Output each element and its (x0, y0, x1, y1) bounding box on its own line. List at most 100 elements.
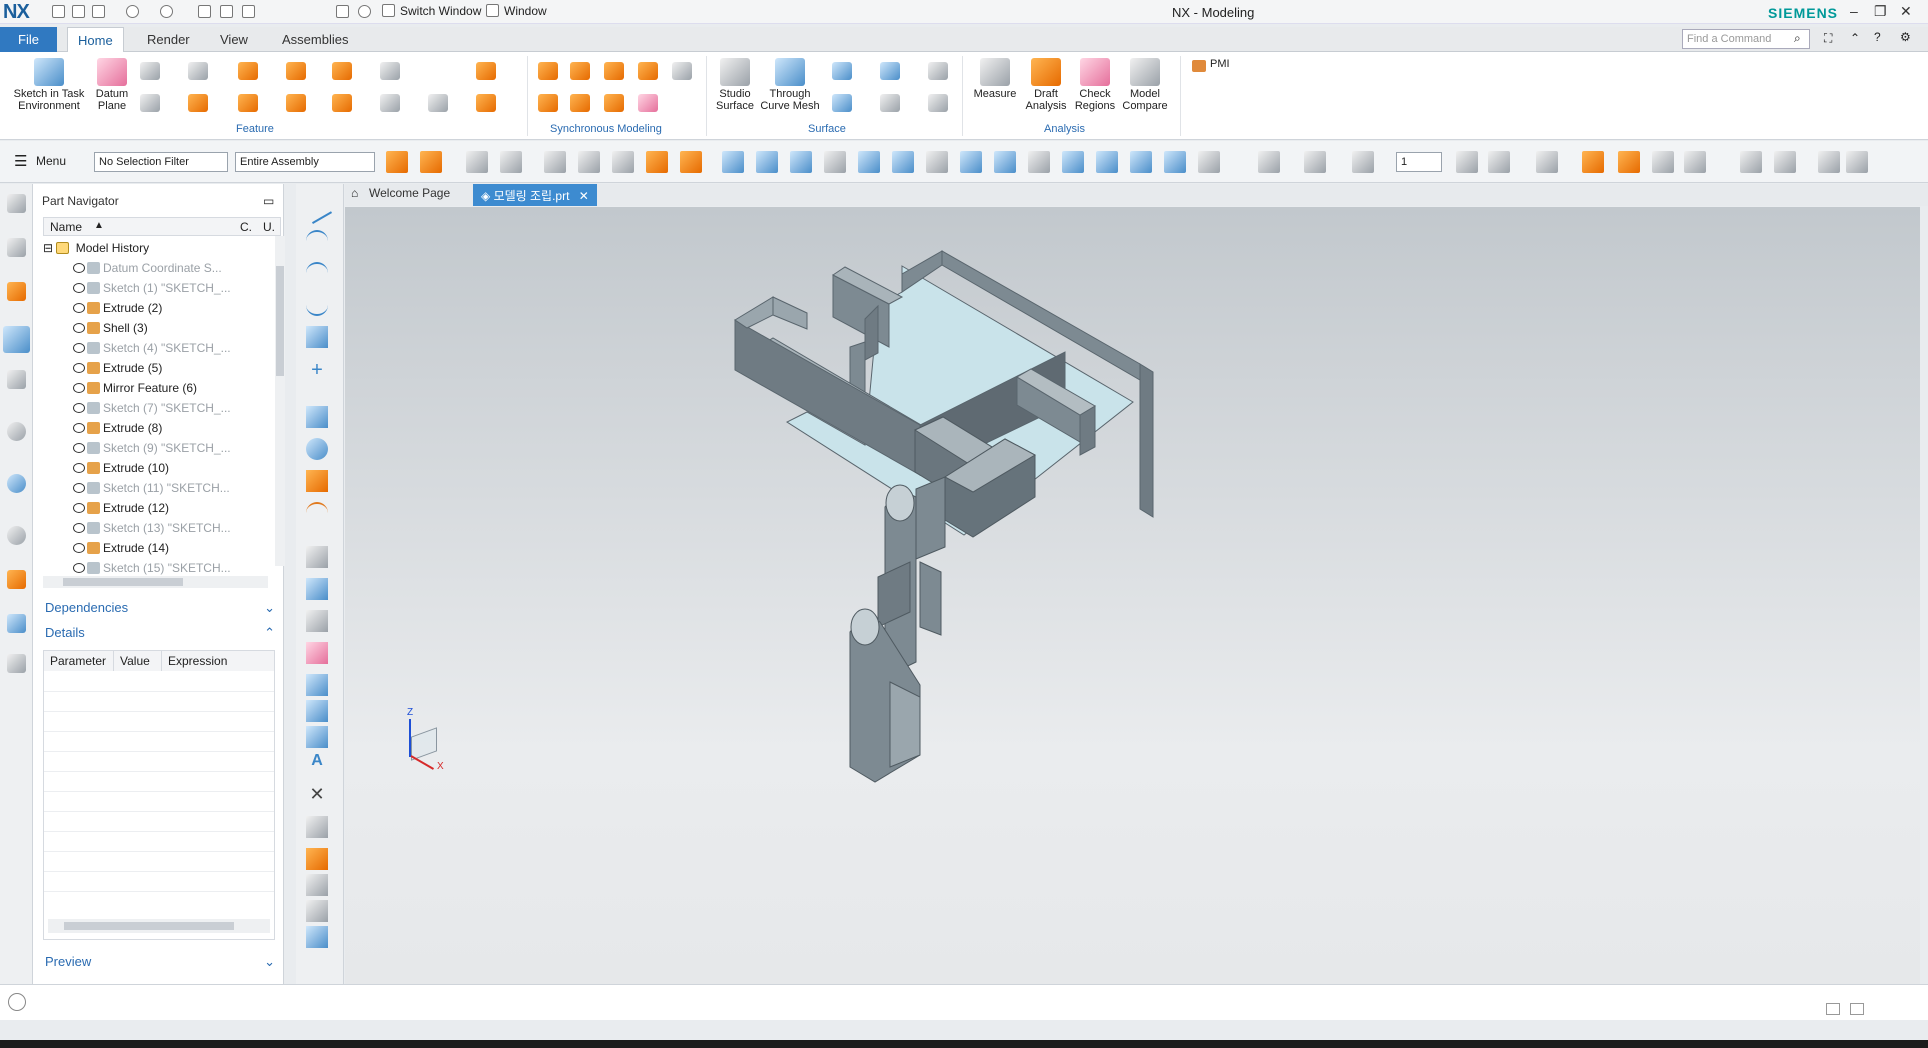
help-icon[interactable]: ? (1874, 30, 1881, 44)
snap-arc-icon[interactable] (926, 151, 948, 173)
settings-gear-icon[interactable]: ⚙ (1900, 30, 1911, 44)
swept-icon[interactable] (880, 62, 900, 80)
tree-row-feature[interactable]: Extrude (8) (43, 418, 268, 438)
snap-center-icon[interactable] (790, 151, 812, 173)
show-hide-icon[interactable] (306, 848, 328, 870)
snap-on-surface-icon[interactable] (892, 151, 914, 173)
save-icon[interactable] (92, 5, 105, 18)
snap-face-icon[interactable] (1198, 151, 1220, 173)
tab-part-file[interactable]: ◈ 모델링 조립.prt ✕ (473, 184, 597, 206)
block-icon[interactable] (188, 62, 208, 80)
offset-curve-icon[interactable] (306, 502, 328, 524)
view-first-icon[interactable] (1818, 151, 1840, 173)
maximize-panel-icon[interactable]: ▭ (263, 194, 274, 208)
subtract-icon[interactable] (188, 94, 208, 112)
snap-perpendicular-icon[interactable] (1028, 151, 1050, 173)
snap-end-icon[interactable] (578, 151, 600, 173)
pull-face-icon[interactable] (570, 62, 590, 80)
assembly-tools-icon[interactable] (1684, 151, 1706, 173)
trim-sheet-icon[interactable] (928, 62, 948, 80)
assembly-add-icon[interactable] (1582, 151, 1604, 173)
tree-row-feature[interactable]: Mirror Feature (6) (43, 378, 268, 398)
snap-quadrant-icon[interactable] (824, 151, 846, 173)
move-component-icon[interactable] (1652, 151, 1674, 173)
column-header-name[interactable]: Name (50, 220, 82, 234)
general-conic-icon[interactable] (306, 294, 328, 316)
tree-row-feature[interactable]: Extrude (10) (43, 458, 268, 478)
tree-row-feature[interactable]: Sketch (11) "SKETCH... (43, 478, 268, 498)
navigator-scrollbar[interactable] (275, 236, 285, 566)
text-icon[interactable]: A (306, 752, 328, 774)
visibility-eye-icon[interactable] (73, 503, 85, 513)
tree-row-feature[interactable]: Extrude (2) (43, 298, 268, 318)
view-cube-icon[interactable] (411, 727, 437, 761)
collapse-icon[interactable]: ⊟ (43, 241, 53, 255)
intersect-icon[interactable] (238, 94, 258, 112)
snap-axis-icon[interactable] (1130, 151, 1152, 173)
visibility-eye-icon[interactable] (73, 343, 85, 353)
transform-icon[interactable] (306, 816, 328, 838)
chamfer-icon[interactable] (332, 62, 352, 80)
web-browser-icon[interactable] (7, 474, 26, 493)
settings-gear-icon[interactable] (7, 194, 26, 213)
extrude-icon[interactable] (140, 62, 160, 80)
preview-section[interactable]: Preview ⌄ (41, 952, 281, 972)
snap-intersect-icon[interactable] (680, 151, 702, 173)
pmi-button[interactable]: PMI (1210, 58, 1230, 70)
visibility-eye-icon[interactable] (73, 423, 85, 433)
extract-curve-icon[interactable] (306, 610, 328, 632)
measure-button[interactable]: Measure (970, 58, 1020, 100)
collapse-ribbon-icon[interactable]: ⌃ (1850, 31, 1860, 45)
tree-row-feature[interactable]: Sketch (13) "SKETCH... (43, 518, 268, 538)
redo-icon[interactable] (160, 5, 173, 18)
close-tab-icon[interactable]: ✕ (579, 189, 589, 203)
display-mode-icon[interactable] (1536, 151, 1558, 173)
view-tools-icon[interactable] (1740, 151, 1762, 173)
switch-window-icon[interactable] (382, 4, 395, 17)
tree-root-model-history[interactable]: ⊟ Model History (43, 238, 268, 258)
unite-icon[interactable] (238, 62, 258, 80)
snap-point-icon[interactable] (544, 151, 566, 173)
tree-row-feature[interactable]: Shell (3) (43, 318, 268, 338)
menu-icon[interactable]: ☰ (14, 152, 27, 170)
selection-scope-dropdown[interactable]: Entire Assembly (235, 152, 375, 172)
repeat-command-icon[interactable] (336, 5, 349, 18)
undo-icon[interactable] (126, 5, 139, 18)
pattern-face-icon[interactable] (604, 94, 624, 112)
hide-object-icon[interactable] (306, 874, 328, 896)
bridge-curve-icon[interactable] (306, 674, 328, 696)
work-layer-dropdown[interactable]: 1 (1396, 152, 1442, 172)
close-icon[interactable]: ✕ (1900, 3, 1912, 20)
replace-face-icon[interactable] (638, 62, 658, 80)
column-header-u[interactable]: U. (263, 220, 275, 234)
tree-row-feature[interactable]: Sketch (15) "SKETCH... (43, 558, 268, 578)
layer-settings-icon[interactable] (1352, 151, 1374, 173)
model-3d-view[interactable] (334, 207, 1920, 984)
process-studio-icon[interactable] (7, 570, 26, 589)
scrollbar-thumb[interactable] (63, 578, 183, 586)
view-shaded-icon[interactable] (722, 151, 744, 173)
shell-body-icon[interactable] (638, 94, 658, 112)
tab-view[interactable]: View (210, 27, 258, 52)
menu-button[interactable]: Menu (36, 154, 66, 168)
tab-render[interactable]: Render (137, 27, 200, 52)
fullscreen-icon[interactable] (1850, 1003, 1864, 1015)
cut-icon[interactable] (198, 5, 211, 18)
minimize-icon[interactable]: – (1850, 3, 1858, 19)
delete-icon[interactable]: ✕ (306, 784, 328, 806)
visibility-eye-icon[interactable] (73, 483, 85, 493)
studio-spline-icon[interactable] (306, 262, 328, 284)
studio-surface-button[interactable]: Studio Surface (713, 58, 757, 112)
room-assembly[interactable] (734, 250, 1154, 783)
tree-row-feature[interactable]: Sketch (9) "SKETCH_... (43, 438, 268, 458)
orient-view-icon[interactable] (1258, 151, 1280, 173)
details-col-parameter[interactable]: Parameter (44, 651, 114, 671)
view-wireframe-icon[interactable] (756, 151, 778, 173)
move-face-icon[interactable] (538, 62, 558, 80)
edge-blend-icon[interactable] (286, 62, 306, 80)
paste-icon[interactable] (242, 5, 255, 18)
constraint-navigator-icon[interactable] (7, 282, 26, 301)
tree-row-feature[interactable]: Datum Coordinate S... (43, 258, 268, 278)
shaded-display-icon[interactable] (1488, 151, 1510, 173)
switch-window-button[interactable]: Switch Window (400, 4, 481, 18)
